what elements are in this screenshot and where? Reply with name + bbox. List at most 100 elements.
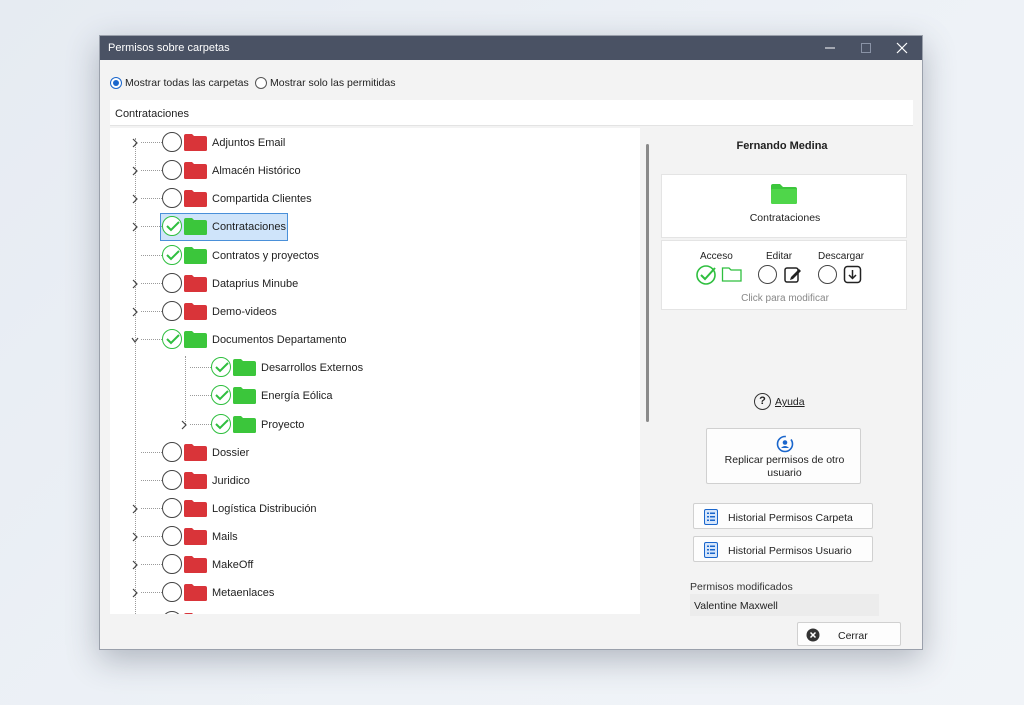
tree-connector [141,479,162,481]
minimize-button[interactable] [812,36,848,60]
access-toggle[interactable] [162,160,182,181]
folder-icon [184,499,207,517]
tree-item-label: Mails [212,531,238,544]
chevron-right-icon[interactable] [131,532,139,542]
close-button[interactable]: Cerrar [797,622,901,646]
tree-row[interactable]: Energía Eólica [110,384,640,408]
close-window-button[interactable] [884,36,920,60]
tree-connector [190,395,211,397]
user-history-button[interactable]: Historial Permisos Usuario [693,536,873,562]
access-toggle[interactable] [162,610,182,614]
chevron-right-icon[interactable] [131,222,139,232]
tree-item-label: Desarrollos Externos [261,362,364,375]
tree-row[interactable]: Adjuntos Email [110,131,640,155]
folder-icon [184,134,207,151]
edit-label: Editar [766,251,793,262]
list-document-icon [704,542,718,558]
access-granted-toggle[interactable] [211,385,231,406]
maximize-button[interactable] [848,36,884,60]
permissions-dialog: Permisos sobre carpetas Mostrar todas la… [99,35,923,650]
window-title: Permisos sobre carpetas [108,42,230,54]
folder-icon [184,218,207,236]
chevron-right-icon[interactable] [131,166,139,176]
access-toggle[interactable] [162,300,182,321]
access-granted-toggle[interactable] [211,357,231,378]
folder-icon [184,528,207,546]
tree-item-label: Proyecto [261,418,305,431]
folder-history-button[interactable]: Historial Permisos Carpeta [693,503,873,529]
replicate-label: Replicar permisos de otro usuario [724,454,845,479]
tree-connector [141,592,162,594]
tree-row[interactable]: Documentos Departamento [110,328,640,352]
access-granted-toggle[interactable] [162,244,182,265]
access-toggle[interactable] [162,272,182,293]
check-icon [215,362,229,373]
help-icon: ? [754,393,771,410]
access-toggle[interactable] [162,441,182,462]
tree-connector [141,536,162,538]
tree-row[interactable]: Logística Distribución [110,497,640,521]
tree-item-label: Documentos Departamento [212,334,347,347]
access-granted-toggle[interactable] [211,413,231,434]
chevron-right-icon[interactable] [131,279,139,289]
chevron-right-icon[interactable] [131,138,139,148]
folder-icon [184,612,194,614]
tree-row[interactable]: MakeOff [110,553,640,577]
tree-row[interactable]: Dataprius Minube [110,272,640,296]
folder-tree[interactable]: Adjuntos Email Almacén Histórico Compartid… [110,128,640,614]
chevron-right-icon[interactable] [131,560,139,570]
list-document-icon [704,509,718,525]
check-icon [166,249,180,261]
tree-row[interactable]: Compartida Clientes [110,187,640,211]
tree-row[interactable]: Mails [110,525,640,549]
folder-card-name: Contrataciones [749,212,821,224]
access-toggle[interactable] [162,497,182,518]
access-toggle[interactable] [696,265,718,285]
tree-connector [141,142,162,143]
tree-connector [141,170,162,172]
permission-toggles: Acceso Editar Descargar Click para modif… [661,240,907,310]
tree-scrollbar[interactable] [646,144,649,422]
access-toggle[interactable] [162,582,182,603]
replicate-permissions-button[interactable]: Replicar permisos de otro usuario [706,428,861,484]
radio-show-all[interactable]: Mostrar todas las carpetas [110,76,250,90]
help-label: Ayuda [775,396,805,408]
tree-row[interactable]: Dossier [110,441,640,465]
tree-row[interactable]: Contrataciones [110,213,640,242]
access-toggle[interactable] [162,469,182,490]
access-toggle[interactable] [162,188,182,209]
tree-row[interactable]: Juridico [110,469,640,493]
chevron-right-icon[interactable] [131,194,139,204]
tree-connector [190,367,211,369]
access-toggle[interactable] [162,132,182,152]
folder-icon [184,246,207,264]
tree-row[interactable]: Demo-videos [110,300,640,324]
folder-icon [233,359,256,377]
modified-permissions-list[interactable]: Valentine Maxwell [690,594,879,616]
tree-row[interactable] [110,610,640,614]
tree-row[interactable]: Contratos y proyectos [110,244,640,268]
access-toggle[interactable] [162,554,182,575]
tree-row[interactable]: Metaenlaces [110,581,640,605]
chevron-right-icon[interactable] [131,504,139,514]
tree-item-label: Juridico [212,474,250,487]
tree-row[interactable]: Almacén Histórico [110,159,640,183]
tree-row[interactable]: Proyecto [110,413,640,437]
chevron-right-icon[interactable] [131,307,139,317]
tree-item-label: Demo-videos [212,305,277,318]
chevron-right-icon[interactable] [131,588,139,598]
folder-icon [184,584,207,602]
check-icon [166,221,180,232]
breadcrumb: Contrataciones [110,100,913,126]
access-toggle[interactable] [162,526,182,547]
radio-show-permitted[interactable]: Mostrar solo las permitidas [255,76,395,90]
edit-toggle[interactable] [758,265,777,284]
tree-item-label: Metaenlaces [212,587,275,600]
chevron-right-icon[interactable] [180,420,188,430]
download-toggle[interactable] [818,265,837,284]
access-granted-toggle[interactable] [162,329,182,350]
chevron-down-icon[interactable] [131,335,139,345]
tree-item-label: Compartida Clientes [212,193,312,206]
radio-show-all-label: Mostrar todas las carpetas [125,77,249,89]
tree-row[interactable]: Desarrollos Externos [110,356,640,380]
